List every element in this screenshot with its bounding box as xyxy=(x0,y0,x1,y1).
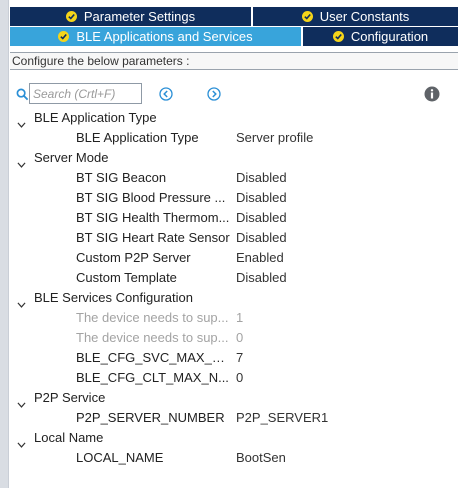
parameter-name: The device needs to sup... xyxy=(76,330,229,345)
parameter-value[interactable]: Server profile xyxy=(236,128,313,148)
parameter-tree: BLE Application Type BLE Application Type… xyxy=(10,108,458,468)
configure-heading: Configure the below parameters : xyxy=(10,52,458,70)
parameter-row[interactable]: BT SIG Beacon Disabled xyxy=(10,168,458,188)
info-icon[interactable] xyxy=(424,86,440,102)
parameter-value: 0 xyxy=(236,330,244,345)
parameter-row[interactable]: Custom P2P Server Enabled xyxy=(10,248,458,268)
parameter-row[interactable]: Custom Template Disabled xyxy=(10,268,458,288)
parameter-name: The device needs to sup... xyxy=(76,310,229,325)
tree-group[interactable]: Server Mode xyxy=(10,148,458,168)
chevron-right-circle-icon[interactable] xyxy=(207,87,221,101)
parameter-row[interactable]: BT SIG Health Thermom... Disabled xyxy=(10,208,458,228)
parameter-name: BLE Application Type xyxy=(76,130,199,145)
tree-group-label: BLE Services Configuration xyxy=(34,290,193,305)
check-circle-icon xyxy=(58,31,70,42)
chevron-down-icon[interactable] xyxy=(17,294,26,308)
tree-group-label: Server Mode xyxy=(34,150,109,165)
parameter-name: BLE_CFG_CLT_MAX_N... xyxy=(76,370,229,385)
parameter-value[interactable]: BootSen xyxy=(236,448,286,468)
chevron-down-icon[interactable] xyxy=(17,114,26,128)
chevron-down-icon[interactable] xyxy=(17,394,26,408)
search-icon[interactable] xyxy=(16,88,29,101)
parameter-row[interactable]: BLE Application Type Server profile xyxy=(10,128,458,148)
check-circle-icon xyxy=(332,31,344,42)
parameter-name: LOCAL_NAME xyxy=(76,450,164,465)
chevron-down-icon[interactable] xyxy=(17,154,26,168)
tree-group-label: BLE Application Type xyxy=(34,110,157,125)
parameter-value[interactable]: Disabled xyxy=(236,268,287,288)
tree-group-label: P2P Service xyxy=(34,390,106,405)
parameter-value[interactable]: P2P_SERVER1 xyxy=(236,408,328,428)
tab-configuration[interactable]: Configuration xyxy=(303,27,458,46)
parameter-row[interactable]: BLE_CFG_SVC_MAX_N... 7 xyxy=(10,348,458,368)
parameter-row[interactable]: BT SIG Heart Rate Sensor Disabled xyxy=(10,228,458,248)
parameter-row: The device needs to sup... 0 xyxy=(10,328,458,348)
tab-ble-applications[interactable]: BLE Applications and Services xyxy=(10,27,301,46)
tree-group[interactable]: BLE Application Type xyxy=(10,108,458,128)
parameter-value[interactable]: Enabled xyxy=(236,248,284,268)
parameter-value[interactable]: Disabled xyxy=(236,188,287,208)
parameter-name: BT SIG Beacon xyxy=(76,170,167,185)
parameter-row: The device needs to sup... 1 xyxy=(10,308,458,328)
parameter-row[interactable]: BT SIG Blood Pressure ... Disabled xyxy=(10,188,458,208)
parameter-value[interactable]: 0 xyxy=(236,368,243,388)
left-panel-edge xyxy=(0,0,9,488)
parameter-row[interactable]: LOCAL_NAME BootSen xyxy=(10,448,458,468)
tree-group[interactable]: BLE Services Configuration xyxy=(10,288,458,308)
tab-parameter-settings[interactable]: Parameter Settings xyxy=(10,7,251,26)
parameter-name: Custom P2P Server xyxy=(76,250,191,265)
parameter-value[interactable]: 7 xyxy=(236,348,243,368)
parameter-value[interactable]: Disabled xyxy=(236,208,287,228)
parameter-name: P2P_SERVER_NUMBER xyxy=(76,410,225,425)
parameter-value: 1 xyxy=(236,310,244,325)
parameter-name: BT SIG Health Thermom... xyxy=(76,210,230,225)
tree-group[interactable]: P2P Service xyxy=(10,388,458,408)
tree-group-label: Local Name xyxy=(34,430,104,445)
chevron-down-icon[interactable] xyxy=(17,434,26,448)
parameter-value[interactable]: Disabled xyxy=(236,228,287,248)
parameter-name: BLE_CFG_SVC_MAX_N... xyxy=(76,350,230,365)
parameter-row[interactable]: BLE_CFG_CLT_MAX_N... 0 xyxy=(10,368,458,388)
parameter-name: BT SIG Blood Pressure ... xyxy=(76,190,226,205)
tab-label: Parameter Settings xyxy=(83,9,196,24)
tab-label: BLE Applications and Services xyxy=(76,29,253,44)
tab-label: Configuration xyxy=(350,29,429,44)
parameter-name: Custom Template xyxy=(76,270,177,285)
parameter-row[interactable]: P2P_SERVER_NUMBER P2P_SERVER1 xyxy=(10,408,458,428)
tab-bar: Parameter Settings User Constants BLE Ap… xyxy=(10,7,458,47)
parameter-value[interactable]: Disabled xyxy=(236,168,287,188)
search-input[interactable] xyxy=(29,83,142,104)
tab-user-constants[interactable]: User Constants xyxy=(253,7,458,26)
check-circle-icon xyxy=(301,11,313,22)
parameter-name: BT SIG Heart Rate Sensor xyxy=(76,230,230,245)
check-circle-icon xyxy=(65,11,77,22)
chevron-left-circle-icon[interactable] xyxy=(159,87,173,101)
tree-group[interactable]: Local Name xyxy=(10,428,458,448)
tab-label: User Constants xyxy=(319,9,410,24)
